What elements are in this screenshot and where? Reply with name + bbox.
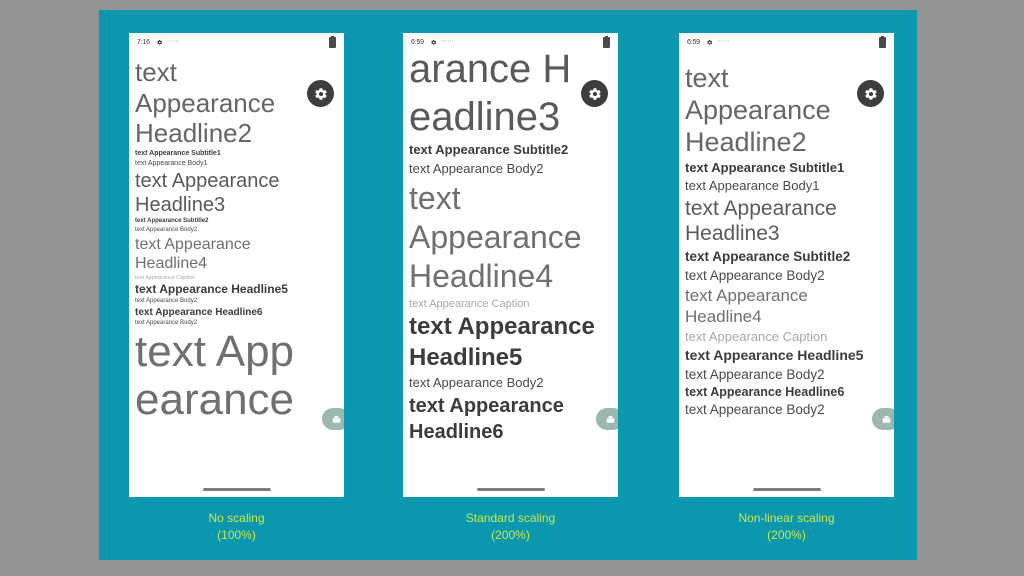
sample-line: text Appearance xyxy=(409,394,564,417)
sample-line: text Appearance Subtitle1 xyxy=(135,150,221,158)
sample-line: text Appearance Headline6 xyxy=(135,307,263,318)
phone-comparison-row: 7:16 ⋯⋯ text Appearance Headline2 text A… xyxy=(99,10,917,497)
sample-line: text Appearance Body2 xyxy=(409,160,544,176)
screen-content-area[interactable]: text Appearance Headline2 text Appearanc… xyxy=(129,51,344,497)
sample-line: Headline4 xyxy=(135,255,208,273)
battery-icon xyxy=(603,35,610,48)
sample-line: Headline6 xyxy=(409,420,504,443)
gear-icon xyxy=(707,39,712,45)
gear-icon xyxy=(157,39,162,45)
text-sample-list: text Appearance Headline2 text Appearanc… xyxy=(129,57,344,424)
sample-line: text Appearance Caption xyxy=(409,297,530,310)
sample-line: Headline4 xyxy=(409,257,554,294)
sample-line: Headline2 xyxy=(135,118,253,149)
caption-title: Standard scaling xyxy=(465,511,556,525)
caption-title: No scaling xyxy=(208,511,265,525)
gesture-navigation-bar[interactable] xyxy=(202,488,271,491)
sample-line: text Appearance Body2 xyxy=(685,268,825,284)
android-icon xyxy=(606,415,614,423)
gear-icon xyxy=(588,87,601,100)
sample-line: text Appearance xyxy=(409,313,595,341)
settings-fab-button[interactable] xyxy=(581,80,608,107)
sample-line: text Appearance Subtitle2 xyxy=(409,142,569,157)
sample-line: text Appearance xyxy=(135,235,251,253)
sample-line: text Appearance Body2 xyxy=(685,366,825,382)
sample-line: text Appearance xyxy=(135,170,280,193)
screen-content-area[interactable]: text Appearance Headline2 text Appearanc… xyxy=(679,51,894,497)
sample-line: earance xyxy=(135,375,295,425)
sample-line: text Appearance Subtitle2 xyxy=(685,248,851,264)
settings-fab-button[interactable] xyxy=(857,80,884,107)
sample-line: text Appearance Subtitle1 xyxy=(685,159,845,175)
sample-line: text Appearance Body1 xyxy=(135,160,208,168)
android-robot-chip[interactable] xyxy=(596,408,618,430)
more-icon: ⋯⋯ xyxy=(440,39,454,45)
sample-line: text Appearance Headline5 xyxy=(135,281,288,296)
caption-title: Non-linear scaling xyxy=(738,511,835,525)
slide-frame: 7:16 ⋯⋯ text Appearance Headline2 text A… xyxy=(99,10,917,560)
caption-percent: (100%) xyxy=(217,528,256,543)
caption-no-scaling: No scaling (100%) xyxy=(129,510,344,545)
gear-icon xyxy=(864,87,877,100)
phone-mockup-standard-scaling: 6:59 ⋯⋯ arance H eadline3 text Appearanc… xyxy=(403,33,618,497)
sample-line: text Appearance Caption xyxy=(135,274,196,281)
status-bar-icons: ⋯⋯ xyxy=(430,39,454,46)
sample-line: text Appearance Headline5 xyxy=(685,346,864,363)
status-bar: 7:16 ⋯⋯ xyxy=(129,33,344,51)
gesture-navigation-bar[interactable] xyxy=(752,488,821,491)
status-bar: 6:59 ⋯⋯ xyxy=(403,33,618,51)
android-icon xyxy=(882,415,890,423)
status-bar-time: 7:16 xyxy=(137,38,150,46)
gear-icon xyxy=(314,87,327,100)
sample-line: Headline3 xyxy=(685,222,780,246)
sample-line: text xyxy=(409,179,461,216)
status-bar-time: 6:59 xyxy=(687,38,700,46)
text-sample-list: text Appearance Headline2 text Appearanc… xyxy=(679,63,894,420)
caption-percent: (200%) xyxy=(491,528,530,543)
sample-line: Headline3 xyxy=(135,194,226,217)
sample-line: Headline5 xyxy=(409,344,523,371)
android-icon xyxy=(332,415,340,423)
text-sample-list: arance H eadline3 text Appearance Subtit… xyxy=(403,51,618,445)
status-bar-icons: ⋯⋯ xyxy=(706,39,730,46)
caption-percent: (200%) xyxy=(767,528,806,543)
status-bar-icons: ⋯⋯ xyxy=(156,39,180,46)
android-robot-chip[interactable] xyxy=(322,408,344,430)
sample-line: Headline2 xyxy=(685,126,807,157)
caption-standard-scaling: Standard scaling (200%) xyxy=(403,510,618,545)
status-bar: 6:59 ⋯⋯ xyxy=(679,33,894,51)
gear-icon xyxy=(431,39,436,45)
sample-line: text Appearance Headline6 xyxy=(685,385,845,400)
battery-icon xyxy=(879,35,886,48)
sample-line: text Appearance xyxy=(685,285,808,305)
gesture-navigation-bar[interactable] xyxy=(476,488,545,491)
battery-icon xyxy=(329,35,336,48)
sample-line: text Appearance Body2 xyxy=(409,374,544,390)
sample-line: text Appearance xyxy=(685,197,837,221)
sample-line: text Appearance Body2 xyxy=(135,226,198,233)
phone-mockup-no-scaling: 7:16 ⋯⋯ text Appearance Headline2 text A… xyxy=(129,33,344,497)
sample-line: text Appearance Body1 xyxy=(685,178,820,194)
sample-line: text App xyxy=(135,326,295,376)
caption-row: No scaling (100%) Standard scaling (200%… xyxy=(99,510,917,560)
caption-non-linear-scaling: Non-linear scaling (200%) xyxy=(679,510,894,545)
sample-line: text xyxy=(135,57,177,87)
settings-fab-button[interactable] xyxy=(307,80,334,107)
phone-mockup-non-linear-scaling: 6:59 ⋯⋯ text Appearance Headline2 text A… xyxy=(679,33,894,497)
screen-content-area[interactable]: arance H eadline3 text Appearance Subtit… xyxy=(403,51,618,497)
sample-line: text Appearance Body2 xyxy=(135,298,198,305)
more-icon: ⋯⋯ xyxy=(716,39,730,45)
sample-line: text Appearance Subtitle2 xyxy=(135,218,209,225)
android-robot-chip[interactable] xyxy=(872,408,894,430)
sample-line: Appearance xyxy=(409,218,582,255)
sample-line: text Appearance Caption xyxy=(685,329,828,345)
sample-line: text Appearance Body2 xyxy=(685,402,825,418)
sample-line: Headline4 xyxy=(685,306,762,326)
more-icon: ⋯⋯ xyxy=(166,39,180,45)
status-bar-time: 6:59 xyxy=(411,38,424,46)
